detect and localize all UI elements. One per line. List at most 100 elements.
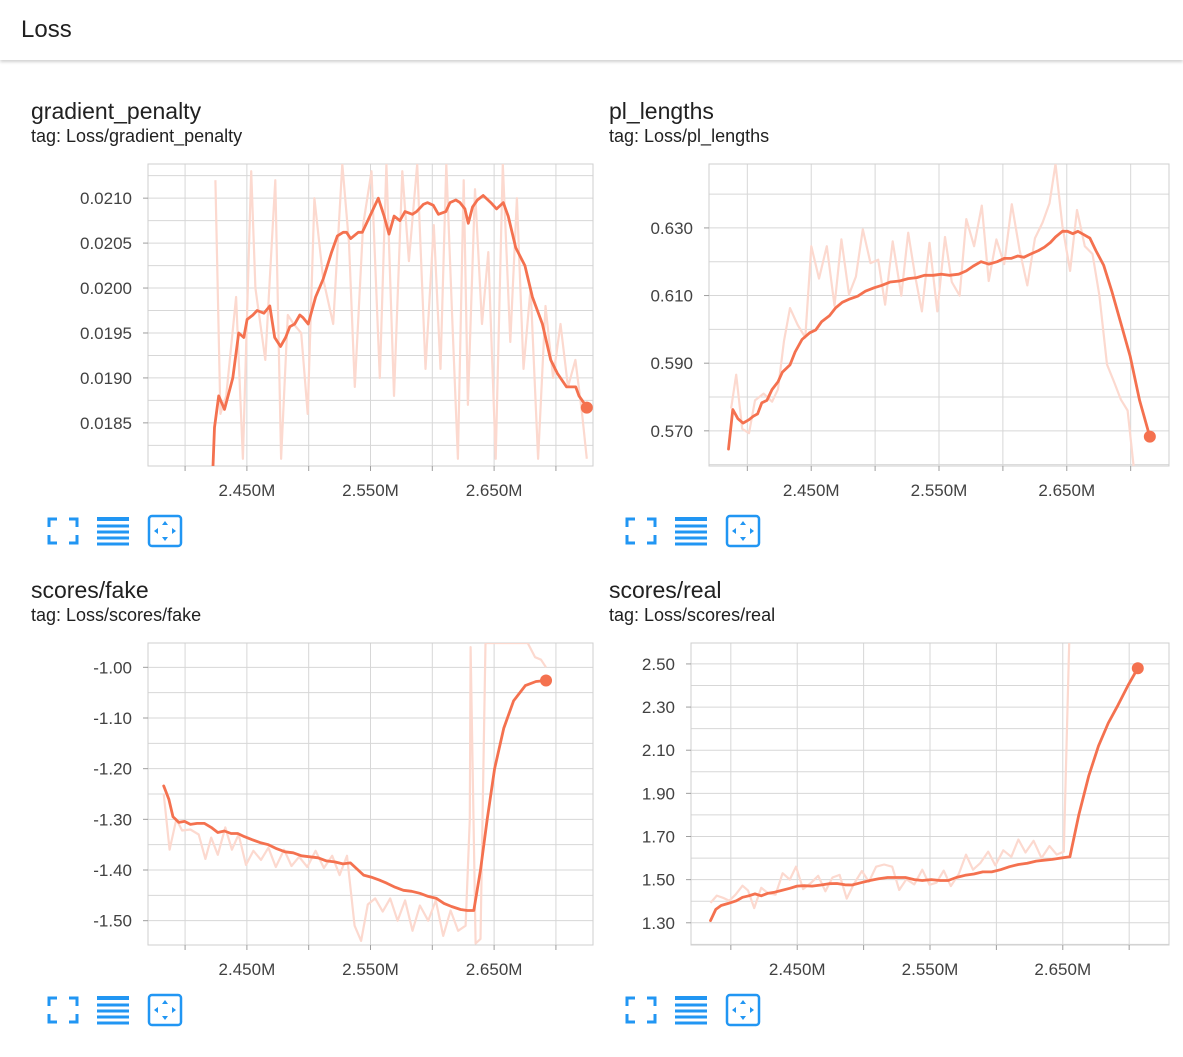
x-tick-label: 2.650M (466, 960, 523, 979)
toggle-log-scale-button[interactable] (673, 514, 709, 548)
chart-card-pl-lengths: pl_lengths tag: Loss/pl_lengths 0.570 0.5… (609, 98, 1183, 568)
y-tick-label: -1.20 (93, 760, 132, 779)
y-tick-label: -1.10 (93, 709, 132, 728)
fit-domain-button[interactable] (623, 514, 659, 548)
y-tick-label: 0.0205 (80, 234, 132, 253)
y-tick-label: 0.0210 (80, 189, 132, 208)
y-tick-label: 1.90 (642, 784, 675, 803)
fit-domain-button[interactable] (623, 993, 659, 1027)
log-scale-icon-bar (97, 530, 129, 534)
y-tick-label: -1.30 (93, 810, 132, 829)
last-data-point (1131, 662, 1144, 675)
page-title: Loss (21, 16, 72, 43)
reset-zoom-button[interactable] (725, 993, 761, 1027)
y-tick-label: 2.50 (642, 655, 675, 674)
fit-domain-button[interactable] (45, 514, 81, 548)
chart-card-gradient-penalty: gradient_penalty tag: Loss/gradient_pena… (31, 98, 611, 568)
line-chart: -1.50 -1.40 -1.30 -1.20 -1.10 -1.00 2.450M 2.55… (93, 642, 594, 979)
y-tick-label: 0.0200 (80, 279, 132, 298)
y-tick-label: -1.00 (93, 658, 132, 677)
toggle-log-scale-icon (675, 996, 707, 1025)
zoom-reset-icon (725, 514, 761, 548)
log-scale-icon-bar (675, 1009, 707, 1013)
chart-card-scores-real: scores/real tag: Loss/scores/real 1.30 1.… (609, 577, 1183, 1047)
log-scale-icon-bar (97, 517, 129, 521)
reset-zoom-button[interactable] (147, 993, 183, 1027)
y-tick-label: 0.0185 (80, 414, 132, 433)
y-tick-label: 1.30 (642, 914, 675, 933)
line-chart: 0.0185 0.0190 0.0195 0.0200 0.0205 0.0210 2.45… (80, 163, 594, 500)
x-tick-label: 2.450M (783, 481, 840, 500)
zoom-reset-icon (725, 993, 761, 1027)
log-scale-icon-bar (97, 536, 129, 540)
reset-zoom-icon-arrows (732, 521, 754, 541)
log-scale-icon-bar (97, 996, 129, 1000)
reset-zoom-icon-frame (725, 514, 761, 548)
log-scale-icon-bar (675, 530, 707, 534)
fit-domain-icon-path (47, 517, 79, 545)
toggle-log-scale-icon (97, 996, 129, 1025)
y-tick-label: 1.50 (642, 871, 675, 890)
reset-zoom-button[interactable] (147, 514, 183, 548)
log-scale-icon-bar (97, 1003, 129, 1007)
toggle-log-scale-button[interactable] (95, 993, 131, 1027)
x-tick-label: 2.550M (911, 481, 968, 500)
fit-domain-icon-path (625, 517, 657, 545)
smoothed-series-line (709, 666, 1140, 923)
log-scale-icon-bar (675, 1003, 707, 1007)
x-tick-label: 2.650M (1038, 481, 1095, 500)
raw-series-line (730, 164, 1135, 466)
log-scale-icon-bar (97, 1021, 129, 1025)
fit-domain-button[interactable] (45, 993, 81, 1027)
y-tick-label: 2.10 (642, 741, 675, 760)
log-scale-icon-bar (97, 542, 129, 546)
x-tick-label: 2.650M (466, 481, 523, 500)
log-scale-icon-bar (97, 524, 129, 528)
y-tick-label: 1.70 (642, 827, 675, 846)
x-tick-label: 2.450M (219, 481, 276, 500)
toggle-log-scale-button[interactable] (95, 514, 131, 548)
x-tick-label: 2.550M (342, 960, 399, 979)
x-tick-label: 2.550M (902, 960, 959, 979)
y-tick-label: -1.50 (93, 912, 132, 931)
reset-zoom-icon-frame (147, 993, 183, 1027)
fit-domain-icon (625, 517, 657, 545)
log-scale-icon-bar (675, 536, 707, 540)
x-tick-label: 2.450M (219, 960, 276, 979)
x-tick-label: 2.550M (342, 481, 399, 500)
toggle-log-scale-button[interactable] (673, 993, 709, 1027)
x-tick-label: 2.650M (1034, 960, 1091, 979)
log-scale-icon-bar (675, 1021, 707, 1025)
last-data-point (580, 401, 593, 414)
reset-zoom-icon-arrows (154, 521, 176, 541)
raw-series-line (709, 643, 1071, 910)
y-tick-label: 0.610 (650, 287, 693, 306)
y-tick-label: 0.0190 (80, 369, 132, 388)
chart-card-scores-fake: scores/fake tag: Loss/scores/fake -1.50-… (31, 577, 611, 1047)
reset-zoom-button[interactable] (725, 514, 761, 548)
x-tick-label: 2.450M (769, 960, 826, 979)
reset-zoom-icon-frame (725, 993, 761, 1027)
y-tick-label: 2.30 (642, 698, 675, 717)
last-data-point (1143, 430, 1156, 443)
y-tick-label: 0.630 (650, 219, 693, 238)
reset-zoom-icon-arrows (154, 1000, 176, 1020)
log-scale-icon-bar (675, 996, 707, 1000)
y-tick-label: 0.590 (650, 354, 693, 373)
toggle-log-scale-icon (97, 517, 129, 546)
line-chart: 0.570 0.590 0.610 0.630 2.450M 2.550M 2.650M (650, 163, 1170, 500)
log-scale-icon-bar (675, 542, 707, 546)
y-tick-label: 0.0195 (80, 324, 132, 343)
y-tick-label: -1.40 (93, 861, 132, 880)
fit-domain-icon (47, 517, 79, 545)
fit-domain-icon-path (47, 996, 79, 1024)
log-scale-icon-bar (675, 524, 707, 528)
toggle-log-scale-icon (675, 517, 707, 546)
log-scale-icon-bar (675, 517, 707, 521)
reset-zoom-icon-arrows (732, 1000, 754, 1020)
last-data-point (540, 674, 553, 687)
line-chart: 1.30 1.50 1.70 1.90 2.10 2.30 2.50 2.450M 2.550M… (642, 642, 1170, 979)
raw-series-line (162, 643, 547, 945)
page-header: Loss (0, 0, 1183, 60)
zoom-reset-icon (147, 514, 183, 548)
